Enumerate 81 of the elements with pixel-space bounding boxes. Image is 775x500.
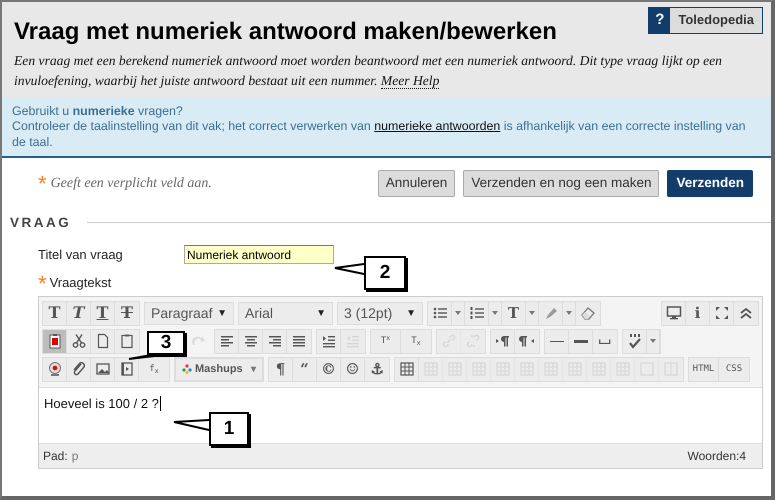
path-label: Pad: [43, 448, 68, 465]
info-text: Controleer de taalinstelling van dit vak; het correct verwerken van numerieke antwoorden is afhankelijk van een correcte instelling van de taal. [12, 119, 747, 150]
help-link[interactable]: Meer Help [380, 73, 440, 90]
mashup-dots-icon [182, 364, 192, 374]
required-mark-label: * [38, 278, 47, 289]
caret-icon [566, 311, 572, 316]
italic-button[interactable]: T [67, 302, 91, 325]
field-label: Titel van vraag [38, 246, 124, 264]
path-value: p [72, 448, 78, 465]
toolbar-button[interactable]: i [686, 302, 710, 325]
caret-icon [650, 339, 656, 344]
toolbar-button[interactable]: T$_{x}$ [401, 330, 431, 353]
caret-button[interactable] [526, 302, 539, 325]
ltr-icon [494, 333, 510, 350]
toolbar-button[interactable]: CSS [719, 358, 749, 381]
paste-text-icon [46, 333, 62, 350]
caret-button[interactable] [452, 302, 465, 325]
font-select[interactable]: Arial ▼ [238, 302, 333, 325]
callout-pointer [334, 263, 367, 277]
callout-label: 2 [364, 256, 406, 290]
word-count: Woorden:4 [688, 448, 746, 465]
caret-icon [492, 311, 498, 316]
scissors-icon [70, 333, 86, 350]
required-mark-label: * [38, 178, 47, 189]
help-button[interactable]: ? Toledopedia [648, 7, 763, 34]
toolbar-button[interactable]: ¶ [269, 358, 293, 381]
caret-button[interactable] [563, 302, 576, 325]
callout-pointer [173, 419, 212, 433]
bold-button[interactable]: T [43, 302, 67, 325]
toolbar-button[interactable]: T [502, 302, 526, 325]
webcam-icon [46, 361, 62, 378]
caret-icon [455, 311, 461, 316]
space-icon [599, 338, 611, 344]
toolbar-button[interactable]: ☺ [341, 358, 365, 381]
paperclip-icon [70, 361, 86, 378]
toolbar-button[interactable]: ⚓ [365, 358, 389, 381]
underline-button[interactable]: T [91, 302, 115, 325]
info-text: Gebruikt u numerieke vragen? [12, 104, 184, 120]
monitor-icon [666, 305, 682, 322]
strikethrough-button[interactable]: T [115, 302, 139, 325]
toolbar-button[interactable]: HTML [689, 358, 719, 381]
info-link[interactable]: numerieke antwoorden [374, 119, 500, 134]
film-icon [118, 361, 134, 378]
align-right-icon [266, 333, 282, 350]
collapse-icon [738, 305, 754, 322]
page-title: Vraag met numeriek antwoord maken/bewerken [14, 19, 557, 46]
toolbar-button[interactable]: “ [293, 358, 317, 381]
toolbar-button[interactable]: © [317, 358, 341, 381]
description-text: Een vraag met een berekend numeriek antwoord moet worden beantwoord met een numeriek antwoord. Dit type vraag lijkt op een invuloefening, waarbij het juiste antwoord bestaat uit een nummer. Meer Help [14, 52, 723, 91]
paste-text-button[interactable] [43, 330, 67, 353]
align-justify-icon [291, 333, 307, 350]
grid-icon [398, 361, 414, 378]
cancel-button[interactable]: Annuleren [378, 170, 456, 197]
image-icon [94, 361, 110, 378]
caret-button[interactable] [647, 330, 660, 353]
fullscreen-icon [714, 305, 730, 322]
format-select[interactable]: Paragraaf ▼ [144, 302, 234, 325]
toolbar-button[interactable]: f$_{x}$ [139, 358, 169, 381]
caret-button[interactable] [489, 302, 502, 325]
toolbar-button[interactable]: T$^{x}$ [371, 330, 401, 353]
submit-button[interactable]: Verzenden [667, 170, 753, 197]
mashups-dropdown[interactable]: Mashups ▾ [175, 358, 263, 381]
editor-text[interactable]: Hoeveel is 100 / 2 ? [44, 396, 161, 411]
size-select[interactable]: 3 (12pt) ▼ [337, 302, 423, 325]
required-note: Geeft een verplicht veld aan. [50, 174, 212, 193]
bullet-list-icon [432, 305, 448, 322]
callout-label: 1 [209, 412, 249, 446]
eraser-icon [580, 305, 596, 322]
spellcheck-icon [626, 333, 642, 350]
submit-and-new-button[interactable]: Verzenden en nog een maken [463, 170, 660, 197]
caret-icon [529, 311, 535, 316]
section-heading: VRAAG [10, 214, 72, 232]
rtl-icon [519, 333, 535, 350]
thin-line-icon [550, 340, 564, 342]
indent-icon [320, 333, 336, 350]
title-input[interactable]: Numeriek antwoord [184, 245, 334, 264]
clipboard-icon [119, 333, 135, 350]
field-label: Vraagtekst [50, 274, 112, 292]
align-left-icon [218, 333, 234, 350]
numbered-list-icon [468, 305, 484, 322]
align-center-icon [242, 333, 258, 350]
